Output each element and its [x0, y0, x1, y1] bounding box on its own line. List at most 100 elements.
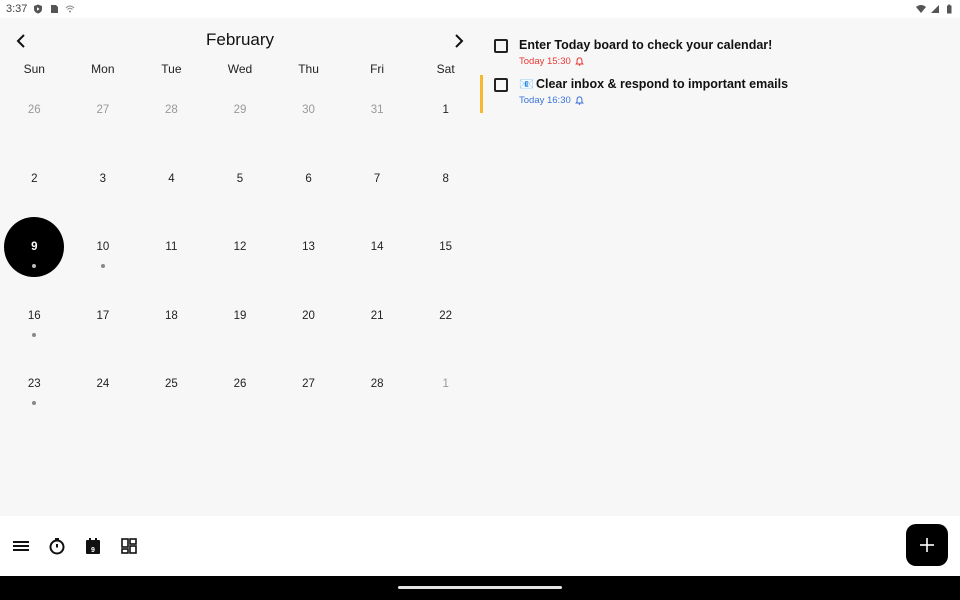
day-number: 11 — [165, 241, 178, 254]
calendar-day[interactable]: 26 — [0, 76, 69, 145]
calendar-day[interactable]: 28 — [343, 350, 412, 419]
timer-button[interactable] — [47, 536, 67, 556]
day-number: 6 — [305, 172, 312, 185]
weekday-label: Tue — [161, 62, 182, 76]
calendar-day[interactable]: 17 — [69, 282, 138, 351]
shield-play-icon — [34, 4, 43, 14]
day-number: 3 — [99, 172, 107, 185]
calendar-day[interactable]: 11 — [137, 213, 206, 282]
calendar-day[interactable]: 22 — [411, 282, 480, 351]
day-number: 20 — [302, 309, 315, 322]
calendar-day[interactable]: 26 — [206, 350, 275, 419]
task-due: Today 16:30 — [519, 95, 584, 106]
status-time: 3:37 — [6, 3, 28, 15]
calendar-day-selected[interactable]: 9 — [0, 213, 69, 282]
day-number: 31 — [370, 104, 384, 116]
month-title: February — [205, 30, 275, 49]
calendar-day[interactable]: 23 — [0, 350, 69, 419]
calendar-icon: 9 — [86, 538, 100, 554]
calendar-day[interactable]: 19 — [206, 282, 275, 351]
day-number: 9 — [31, 241, 38, 254]
calendar-day[interactable]: 8 — [411, 145, 480, 214]
task-title: 📧 Clear inbox & respond to important emai… — [519, 77, 788, 91]
day-number: 23 — [27, 378, 41, 391]
day-number: 15 — [439, 241, 453, 254]
task-checkbox[interactable] — [494, 39, 508, 53]
task-due: Today 15:30 — [519, 56, 584, 67]
calendar-day[interactable]: 15 — [411, 213, 480, 282]
day-number: 27 — [96, 104, 110, 116]
weekday-label: Sat — [436, 62, 455, 76]
day-number: 17 — [96, 309, 110, 322]
task-item[interactable]: 📧 Clear inbox & respond to important emai… — [480, 75, 960, 113]
system-navigation-bar — [0, 576, 960, 600]
calendar-day[interactable]: 28 — [137, 76, 206, 145]
calendar-day[interactable]: 4 — [137, 145, 206, 214]
menu-button[interactable] — [11, 536, 31, 556]
calendar-day[interactable]: 16 — [0, 282, 69, 351]
day-number: 10 — [96, 241, 110, 254]
add-task-button[interactable] — [906, 524, 948, 566]
menu-icon — [13, 541, 29, 551]
day-number: 8 — [442, 172, 449, 185]
day-number: 7 — [373, 172, 381, 185]
calendar-day[interactable]: 20 — [274, 282, 343, 351]
task-item[interactable]: Enter Today board to check your calendar… — [480, 36, 960, 74]
calendar-day[interactable]: 1 — [411, 350, 480, 419]
calendar-icon-day: 9 — [91, 547, 95, 554]
calendar-day[interactable]: 27 — [69, 76, 138, 145]
day-number: 26 — [27, 104, 41, 116]
day-number: 18 — [165, 309, 178, 322]
task-due-time: Today 16:30 — [519, 95, 571, 106]
calendar-day[interactable]: 18 — [137, 282, 206, 351]
calendar-day[interactable]: 2 — [0, 145, 69, 214]
day-number: 30 — [302, 104, 315, 116]
calendar-day[interactable]: 21 — [343, 282, 412, 351]
calendar-day[interactable]: 24 — [69, 350, 138, 419]
calendar-day[interactable]: 6 — [274, 145, 343, 214]
calendar-day[interactable]: 3 — [69, 145, 138, 214]
sim-card-icon — [51, 5, 59, 13]
battery-icon — [947, 4, 952, 14]
bell-icon — [574, 96, 584, 105]
day-number: 1 — [442, 104, 449, 116]
weekday-label: Mon — [91, 62, 115, 76]
day-number: 29 — [233, 104, 247, 116]
weekday-header: Sun Mon Tue Wed Thu Fri Sat — [0, 62, 480, 76]
day-number: 27 — [302, 378, 315, 391]
day-number: 24 — [96, 378, 110, 391]
task-title: Enter Today board to check your calendar… — [519, 38, 772, 52]
signal-icon — [931, 5, 939, 13]
email-emoji-icon: 📧 — [519, 77, 534, 91]
wifi-assist-icon — [66, 5, 75, 13]
calendar-day[interactable]: 13 — [274, 213, 343, 282]
calendar-button[interactable]: 9 — [83, 536, 103, 556]
calendar-day[interactable]: 12 — [206, 213, 275, 282]
calendar-day[interactable]: 1 — [411, 76, 480, 145]
task-checkbox[interactable] — [494, 78, 508, 92]
calendar-day[interactable]: 29 — [206, 76, 275, 145]
dashboard-icon — [121, 538, 137, 554]
day-number: 28 — [165, 104, 178, 116]
task-title-text: Clear inbox & respond to important email… — [535, 77, 789, 91]
dashboard-button[interactable] — [119, 536, 139, 556]
home-gesture-handle[interactable] — [398, 586, 562, 589]
day-number: 22 — [439, 309, 453, 322]
calendar-day[interactable]: 5 — [206, 145, 275, 214]
calendar-day[interactable]: 30 — [274, 76, 343, 145]
calendar-day[interactable]: 27 — [274, 350, 343, 419]
calendar-day[interactable]: 7 — [343, 145, 412, 214]
bottom-bar: 9 — [0, 516, 960, 576]
calendar-day[interactable]: 31 — [343, 76, 412, 145]
calendar-day[interactable]: 25 — [137, 350, 206, 419]
timer-icon — [49, 538, 65, 555]
bell-icon — [574, 57, 584, 66]
weekday-label: Sun — [23, 62, 45, 76]
weekday-label: Wed — [227, 62, 253, 76]
calendar-day[interactable]: 10 — [69, 213, 138, 282]
next-month-button[interactable] — [448, 30, 470, 52]
day-number: 1 — [442, 378, 449, 391]
day-number: 14 — [370, 241, 384, 254]
calendar-day[interactable]: 14 — [343, 213, 412, 282]
calendar-grid: 26 27 28 29 30 31 1 2 3 4 5 6 7 8 9 10 11 12 13 14 15 16 17 18 1… — [0, 76, 480, 419]
